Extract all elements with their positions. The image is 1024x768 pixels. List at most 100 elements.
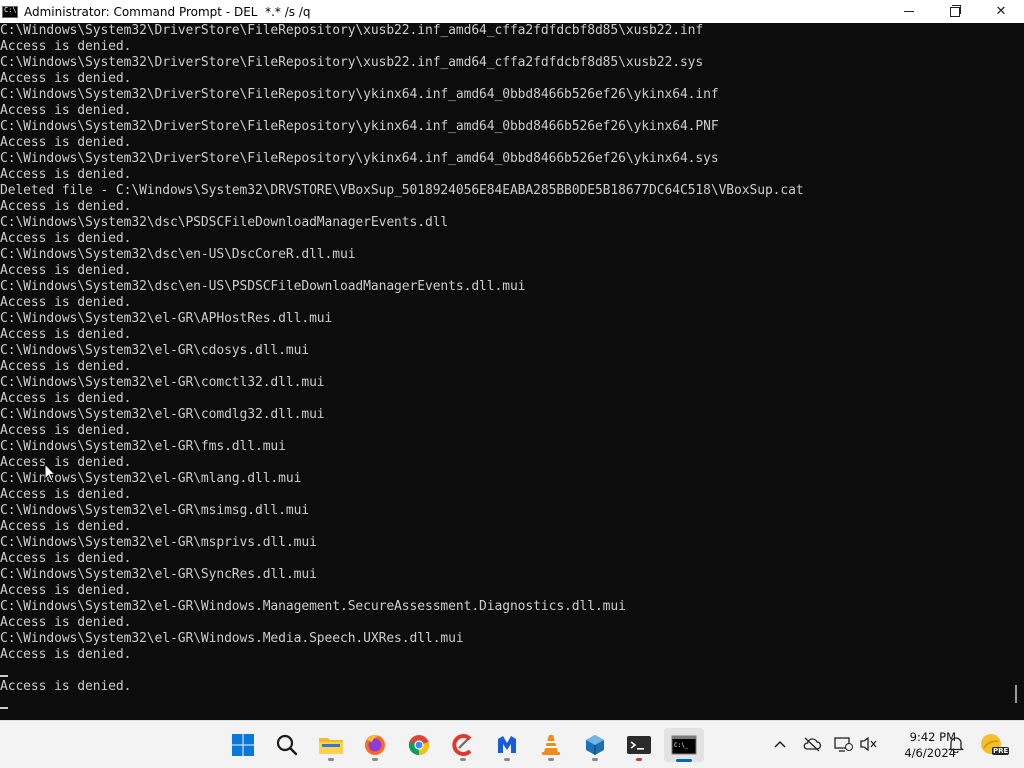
minimize-button[interactable] xyxy=(886,0,932,23)
console-line: C:\Windows\System32\el-GR\msimsg.dll.mui xyxy=(0,503,310,518)
console-output[interactable]: C:\Windows\System32\DriverStore\FileRepo… xyxy=(0,23,1006,720)
network-icon xyxy=(834,737,853,752)
console-line: C:\Windows\System32\DriverStore\FileRepo… xyxy=(0,23,704,38)
console-line: C:\Windows\System32\dsc\PSDSCFileDownloa… xyxy=(0,215,449,230)
preview-badge-label: PRE xyxy=(992,747,1010,755)
console-line: Access is denied. xyxy=(0,423,132,438)
running-indicator xyxy=(372,758,378,761)
title-bar[interactable]: Administrator: Command Prompt - DEL *.* … xyxy=(0,0,1024,23)
console-line: Access is denied. xyxy=(0,359,132,374)
console-line: Access is denied. xyxy=(0,327,132,342)
vlc-button[interactable] xyxy=(534,728,568,762)
console-line: C:\Windows\System32\el-GR\APHostRes.dll.… xyxy=(0,311,333,326)
console-line: Access is denied. xyxy=(0,135,132,150)
folder-icon xyxy=(319,738,343,754)
console-line: Access is denied. xyxy=(0,615,132,630)
console-line: C:\Windows\System32\DriverStore\FileRepo… xyxy=(0,55,704,70)
console-line: C:\Windows\System32\el-GR\comdlg32.dll.m… xyxy=(0,407,325,422)
window-controls: ✕ xyxy=(886,0,1024,23)
cmd-app-icon[interactable] xyxy=(2,5,18,18)
svg-text:C:\_: C:\_ xyxy=(674,742,689,749)
network-button[interactable] xyxy=(832,733,854,755)
tray-cloud-button[interactable] xyxy=(801,733,823,755)
console-line: Access is denied. xyxy=(0,487,132,502)
terminal-button[interactable] xyxy=(622,728,656,762)
search-button[interactable] xyxy=(270,728,304,762)
console-line: C:\Windows\System32\el-GR\msprivs.dll.mu… xyxy=(0,535,317,550)
console-line: C:\Windows\System32\dsc\en-US\PSDSCFileD… xyxy=(0,279,526,294)
ccleaner-icon xyxy=(452,734,472,756)
mouse-pointer-icon xyxy=(44,463,56,482)
running-indicator xyxy=(328,758,334,761)
running-indicator xyxy=(636,758,642,761)
terminal-icon xyxy=(627,736,651,754)
preview-build-badge[interactable]: PRE xyxy=(978,731,1010,759)
chrome-button[interactable] xyxy=(402,728,436,762)
console-line: C:\Windows\System32\el-GR\cdosys.dll.mui xyxy=(0,343,310,358)
window-title: Administrator: Command Prompt - DEL *.* … xyxy=(24,4,311,19)
console-lines: C:\Windows\System32\DriverStore\FileRepo… xyxy=(0,23,1006,695)
console-line: Access is denied. xyxy=(0,583,132,598)
cmd-icon: C:\_ xyxy=(671,735,697,755)
console-line: Access is denied. xyxy=(0,647,132,662)
volume-button[interactable] xyxy=(858,733,880,755)
close-icon: ✕ xyxy=(995,4,1007,19)
start-button[interactable] xyxy=(226,728,260,762)
malwarebytes-icon xyxy=(498,736,516,753)
command-prompt-button[interactable]: C:\_ xyxy=(664,728,704,762)
text-cursor xyxy=(0,707,8,709)
running-indicator xyxy=(592,758,598,761)
firefox-icon xyxy=(365,735,385,755)
console-line: Access is denied. xyxy=(0,39,132,54)
console-line: C:\Windows\System32\el-GR\comctl32.dll.m… xyxy=(0,375,325,390)
restore-icon xyxy=(950,4,961,17)
search-icon xyxy=(276,734,298,756)
console-line: Access is denied. xyxy=(0,103,132,118)
console-line: C:\Windows\System32\DriverStore\FileRepo… xyxy=(0,87,719,102)
console-line: Access is denied. xyxy=(0,391,132,406)
file-explorer-button[interactable] xyxy=(314,728,348,762)
scrollbar-thumb[interactable] xyxy=(1015,685,1017,703)
console-line: Access is denied. xyxy=(0,455,132,470)
console-line: Access is denied. xyxy=(0,519,132,534)
console-line: Access is denied. xyxy=(0,199,132,214)
volume-muted-icon xyxy=(860,736,877,752)
console-line: Access is denied. xyxy=(0,551,132,566)
console-line: C:\Windows\System32\el-GR\fms.dll.mui xyxy=(0,439,286,454)
console-line: Access is denied. xyxy=(0,167,132,182)
chevron-up-icon xyxy=(774,740,786,748)
active-indicator xyxy=(676,759,692,762)
running-indicator xyxy=(504,758,510,761)
console-line: C:\Windows\System32\DriverStore\FileRepo… xyxy=(0,151,719,166)
console-line: C:\Windows\System32\el-GR\Windows.Media.… xyxy=(0,631,464,646)
maximize-button[interactable] xyxy=(932,0,978,23)
console-line: Deleted file - C:\Windows\System32\DRVST… xyxy=(0,183,804,198)
console-line: Access is denied. xyxy=(0,295,132,310)
console-line: C:\Windows\System32\el-GR\SyncRes.dll.mu… xyxy=(0,567,317,582)
ccleaner-button[interactable] xyxy=(446,728,480,762)
console-line: Access is denied. xyxy=(0,71,132,86)
console-line: Access is denied. xyxy=(0,679,132,694)
chrome-icon xyxy=(408,735,429,756)
show-hidden-icons-button[interactable] xyxy=(769,733,791,755)
malwarebytes-button[interactable] xyxy=(490,728,524,762)
cloud-off-icon xyxy=(803,737,822,752)
console-line: C:\Windows\System32\el-GR\Windows.Manage… xyxy=(0,599,626,614)
minimize-icon xyxy=(904,11,914,12)
console-line: Access is denied. xyxy=(0,231,132,246)
virtualbox-button[interactable] xyxy=(578,728,612,762)
bell-icon xyxy=(948,737,964,753)
windows-logo-icon xyxy=(232,734,254,756)
notifications-button[interactable] xyxy=(945,733,967,755)
vertical-scrollbar[interactable] xyxy=(1006,23,1024,720)
prompt-cursor-mark xyxy=(0,675,8,677)
console-line: C:\Windows\System32\DriverStore\FileRepo… xyxy=(0,119,719,134)
console-line: C:\Windows\System32\dsc\en-US\DscCoreR.d… xyxy=(0,247,356,262)
console-line: C:\Windows\System32\el-GR\mlang.dll.mui xyxy=(0,471,302,486)
firefox-button[interactable] xyxy=(358,728,392,762)
taskbar: C:\_ 9:42 PM 4/6/2024 PRE xyxy=(0,720,1024,768)
vlc-icon xyxy=(542,735,560,755)
close-button[interactable]: ✕ xyxy=(978,0,1024,23)
running-indicator xyxy=(548,758,554,761)
